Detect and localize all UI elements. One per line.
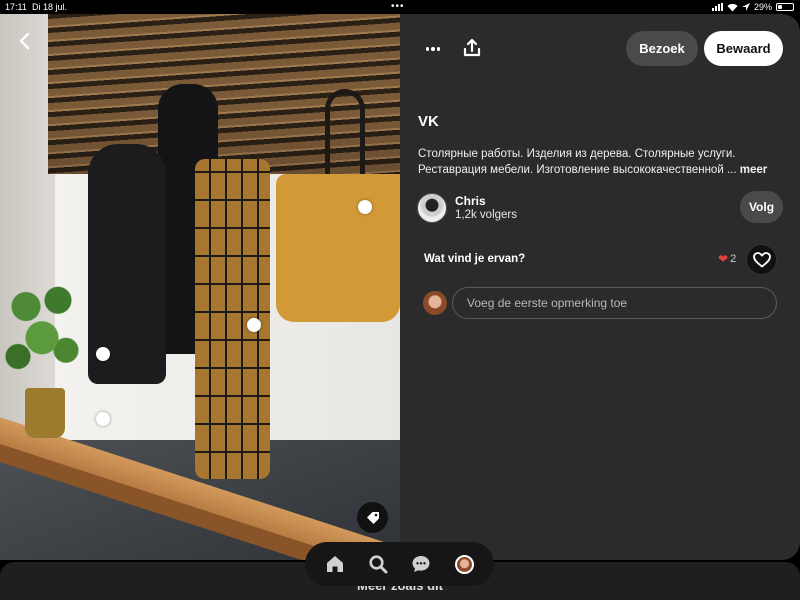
status-date: Di 18 jul. bbox=[32, 2, 68, 12]
bottom-tab-bar bbox=[305, 542, 494, 586]
home-icon bbox=[326, 556, 343, 572]
status-time: 17:11 bbox=[5, 2, 27, 12]
search-icon bbox=[369, 555, 388, 574]
pin-detail-panel: Bezoek Bewaard VK Столярные работы. Изде… bbox=[400, 14, 800, 560]
signal-icon bbox=[711, 3, 723, 11]
battery-percent: 29% bbox=[753, 2, 772, 12]
heart-icon bbox=[752, 251, 771, 267]
share-icon[interactable] bbox=[460, 36, 484, 60]
tab-messages[interactable] bbox=[408, 551, 434, 577]
multitask-dots[interactable]: ••• bbox=[391, 1, 405, 12]
more-options-button[interactable] bbox=[422, 38, 444, 60]
read-more-link[interactable]: meer bbox=[740, 164, 768, 176]
product-hotspot[interactable] bbox=[96, 347, 110, 361]
status-indicators: 29% bbox=[711, 2, 794, 12]
messages-icon bbox=[412, 556, 430, 572]
tab-search[interactable] bbox=[365, 551, 391, 577]
reaction-count-value: 2 bbox=[730, 253, 737, 265]
wifi-icon bbox=[727, 3, 738, 11]
follow-button[interactable]: Volg bbox=[740, 191, 783, 223]
product-hotspot[interactable] bbox=[358, 200, 372, 214]
pin-description: Столярные работы. Изделия из дерева. Сто… bbox=[418, 147, 784, 178]
status-bar: 17:11 Di 18 jul. ••• 29% bbox=[0, 0, 800, 14]
image-bag bbox=[276, 174, 400, 322]
product-hotspot[interactable] bbox=[96, 412, 110, 426]
image-plant-pot bbox=[25, 388, 65, 438]
more-horizontal-icon bbox=[425, 47, 430, 51]
battery-icon bbox=[776, 3, 794, 11]
react-button[interactable] bbox=[746, 244, 777, 275]
back-button[interactable] bbox=[14, 30, 36, 52]
tag-icon bbox=[366, 511, 379, 524]
author-name[interactable]: Chris bbox=[455, 194, 486, 208]
tab-home[interactable] bbox=[322, 551, 348, 577]
product-hotspot[interactable] bbox=[247, 318, 261, 332]
comment-input[interactable] bbox=[452, 287, 777, 319]
chevron-left-icon bbox=[19, 32, 30, 50]
pin-image[interactable] bbox=[0, 14, 400, 560]
author-avatar[interactable] bbox=[417, 193, 447, 223]
reaction-prompt: Wat vind je ervan? bbox=[424, 253, 526, 265]
tab-profile[interactable] bbox=[451, 551, 477, 577]
pin-title: VK bbox=[418, 113, 439, 130]
visit-button[interactable]: Bezoek bbox=[626, 31, 698, 66]
saved-button[interactable]: Bewaard bbox=[704, 31, 783, 66]
current-user-avatar bbox=[423, 291, 447, 315]
image-plant bbox=[2, 269, 82, 394]
reaction-count[interactable]: ❤ 2 bbox=[718, 252, 736, 266]
pin-description-text: Столярные работы. Изделия из дерева. Сто… bbox=[418, 148, 737, 176]
author-followers: 1,2k volgers bbox=[455, 209, 518, 221]
profile-avatar bbox=[454, 554, 474, 574]
shop-tag-button[interactable] bbox=[357, 502, 388, 533]
location-icon bbox=[741, 3, 750, 11]
heart-reaction-icon: ❤ bbox=[718, 252, 729, 266]
